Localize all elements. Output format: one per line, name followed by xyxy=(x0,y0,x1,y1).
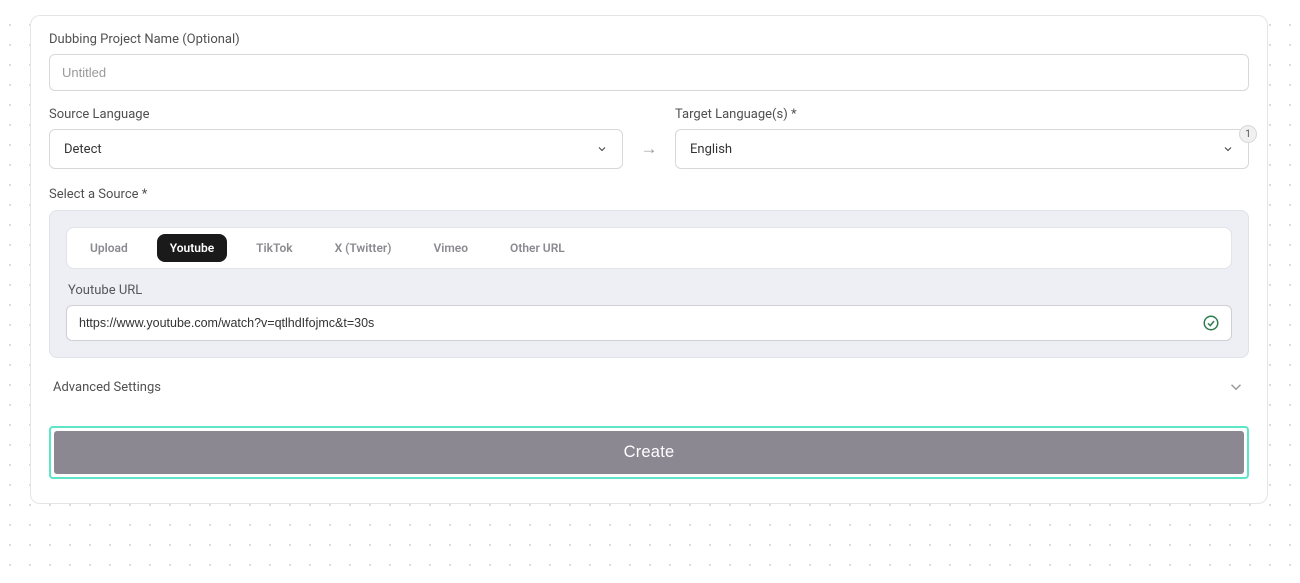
tab-tiktok[interactable]: TikTok xyxy=(243,234,305,262)
url-label: Youtube URL xyxy=(68,283,1232,298)
tab-upload[interactable]: Upload xyxy=(77,234,141,262)
target-language-count-badge: 1 xyxy=(1239,125,1257,143)
chevron-down-icon xyxy=(1227,378,1245,396)
youtube-url-input[interactable] xyxy=(66,305,1232,341)
target-language-label: Target Language(s) * xyxy=(675,107,1249,122)
tab-youtube[interactable]: Youtube xyxy=(157,234,227,262)
tab-other[interactable]: Other URL xyxy=(497,234,578,262)
source-section: Select a Source * Upload Youtube TikTok … xyxy=(49,187,1249,358)
url-input-wrap xyxy=(66,305,1232,341)
create-button[interactable]: Create xyxy=(54,431,1244,474)
language-row: Source Language Detect → Target Language… xyxy=(49,107,1249,169)
chevron-down-icon xyxy=(1222,143,1234,155)
source-tabs: Upload Youtube TikTok X (Twitter) Vimeo … xyxy=(66,227,1232,269)
project-name-label: Dubbing Project Name (Optional) xyxy=(49,32,1249,47)
create-button-highlight: Create xyxy=(49,426,1249,479)
target-language-select[interactable]: English xyxy=(675,129,1249,169)
source-language-label: Source Language xyxy=(49,107,623,122)
source-language-col: Source Language Detect xyxy=(49,107,623,169)
tab-vimeo[interactable]: Vimeo xyxy=(420,234,481,262)
chevron-down-icon xyxy=(596,143,608,155)
dubbing-form-card: Dubbing Project Name (Optional) Source L… xyxy=(30,15,1268,504)
target-language-value: English xyxy=(690,142,732,157)
tab-x[interactable]: X (Twitter) xyxy=(322,234,405,262)
advanced-settings-label: Advanced Settings xyxy=(53,380,161,395)
source-language-select[interactable]: Detect xyxy=(49,129,623,169)
check-circle-icon xyxy=(1202,314,1220,332)
source-panel: Upload Youtube TikTok X (Twitter) Vimeo … xyxy=(49,210,1249,358)
advanced-settings-toggle[interactable]: Advanced Settings xyxy=(49,376,1249,398)
target-language-col: Target Language(s) * 1 English xyxy=(675,107,1249,169)
source-language-value: Detect xyxy=(64,142,102,157)
project-name-input[interactable] xyxy=(49,54,1249,91)
arrow-right-icon: → xyxy=(637,139,661,169)
source-label: Select a Source * xyxy=(49,187,1249,202)
